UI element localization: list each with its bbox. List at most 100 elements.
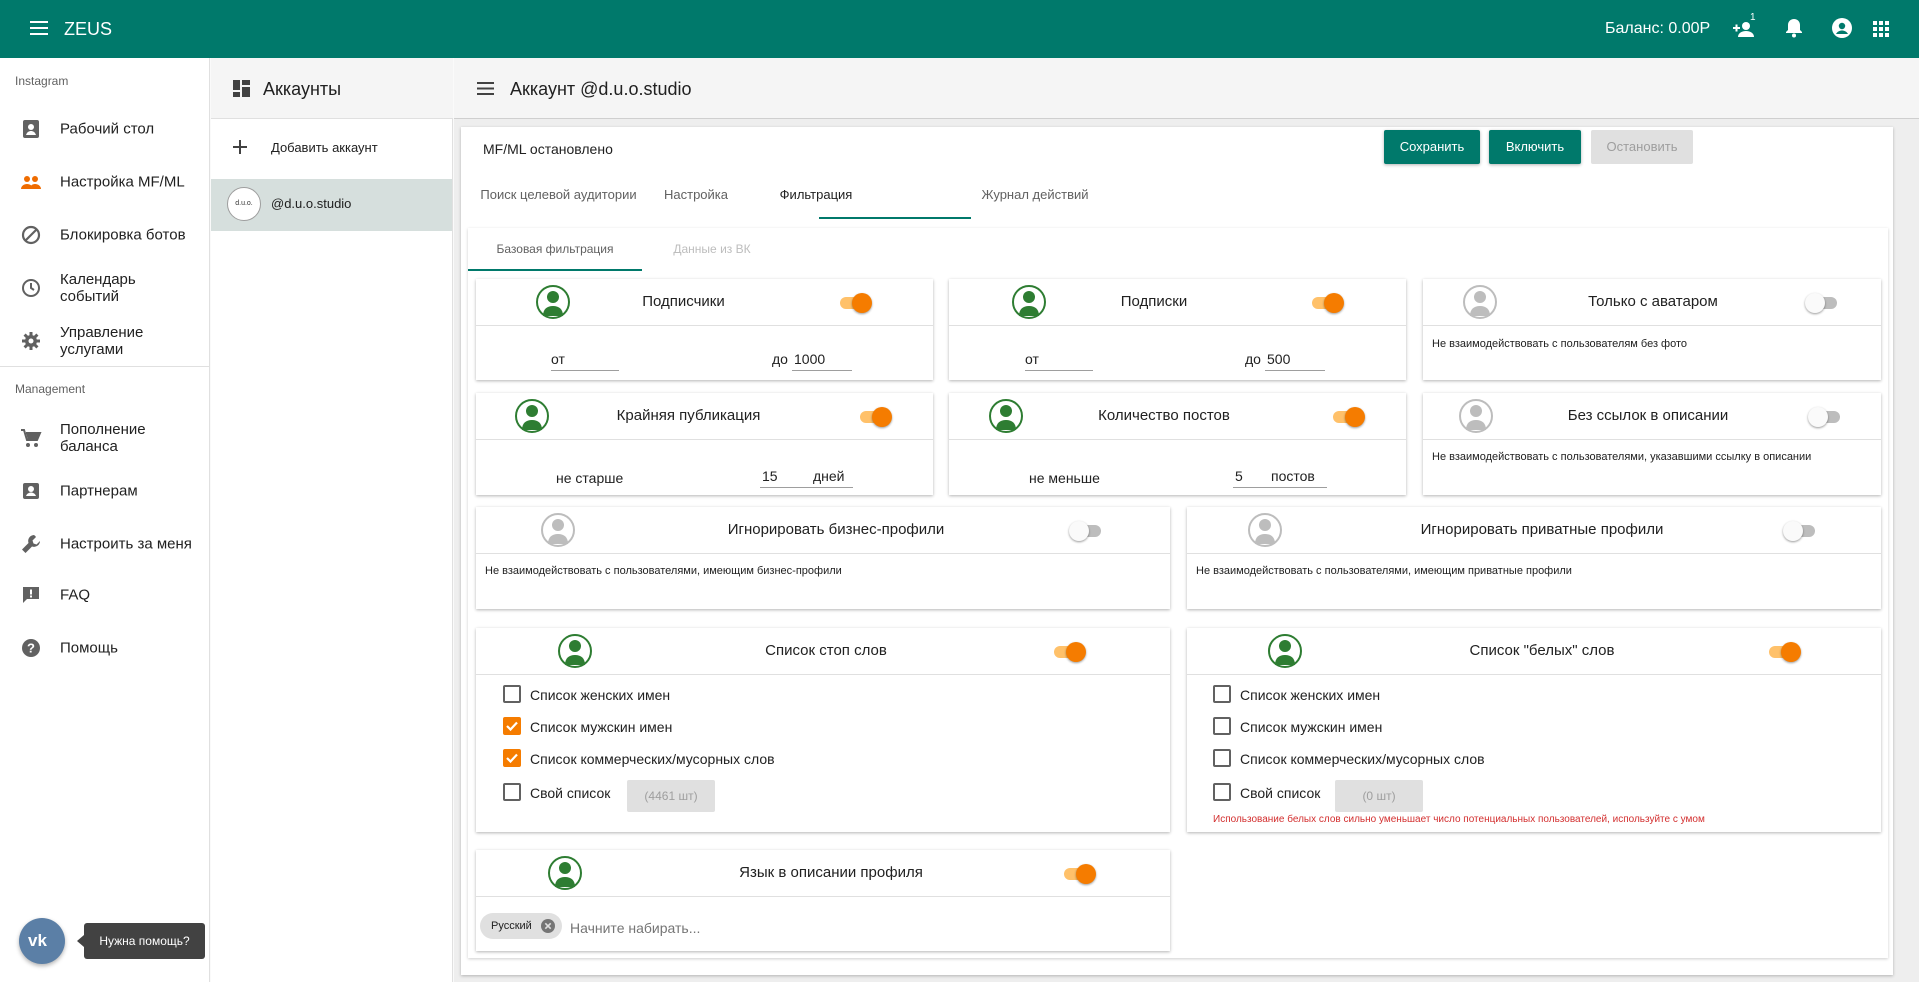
svg-text:?: ? [27,641,35,656]
sidebar-item-balance[interactable]: Пополнение баланса [0,413,209,463]
page-title: Аккаунт @d.u.o.studio [510,79,692,99]
filter-title: Список стоп слов [765,642,887,659]
filter-title: Подписки [1120,293,1188,310]
apps-grid-icon[interactable] [1873,21,1889,37]
custom-list-count[interactable]: (4461 шт) [627,780,715,812]
filter-card-following: Подписки от до 500 [949,279,1406,380]
sidebar-item-desktop[interactable]: Рабочий стол [0,104,209,154]
sidebar-item-services[interactable]: Управление услугами [0,316,209,366]
badge-icon [23,483,39,499]
toggle-followers[interactable] [838,292,872,314]
sidebar-item-setup-for-me[interactable]: Настроить за меня [0,519,209,569]
posts-count-input[interactable]: 5 постов [1233,466,1327,488]
close-icon[interactable] [541,919,555,933]
checkbox-custom-list[interactable] [1213,783,1231,801]
contact-icon [23,120,39,138]
sidebar-section-instagram: Instagram [15,74,69,88]
filter-card-private: Игнорировать приватные профили Не взаимо… [1187,507,1881,609]
clock-icon [22,279,40,297]
person-icon [536,285,570,319]
checkbox-commercial-words[interactable] [1213,749,1231,767]
warning-text: Использование белых слов сильно уменьшае… [1213,814,1705,825]
tab-indicator [819,217,971,219]
toggle-white-words[interactable] [1767,641,1801,663]
tooltip-arrow [77,935,84,947]
toggle-avatar[interactable] [1805,292,1839,314]
language-chip[interactable]: Русский [480,913,562,939]
sidebar-item-calendar[interactable]: Календарь событий [0,263,209,313]
account-circle-icon[interactable] [1832,18,1852,38]
sidebar-item-help[interactable]: ? Помощь [0,623,209,673]
toggle-posts-count[interactable] [1331,406,1365,428]
toggle-business[interactable] [1069,520,1103,542]
toggle-no-links[interactable] [1808,406,1842,428]
enable-button[interactable]: Включить [1489,130,1581,164]
person-icon [541,513,575,547]
sidebar-divider [0,366,209,367]
checkbox-commercial-words[interactable] [503,749,521,767]
stop-button[interactable]: Остановить [1591,130,1693,164]
menu-icon[interactable] [477,82,494,95]
language-search-input[interactable]: Начните набирать... [570,920,870,936]
filter-title: Список "белых" слов [1469,642,1615,659]
feedback-icon [23,587,39,603]
toggle-stop-words[interactable] [1052,641,1086,663]
friends-badge: 1 [1750,12,1756,23]
toggle-language[interactable] [1062,863,1096,885]
filter-card-last-post: Крайняя публикация не старше 15 дней [476,393,933,495]
add-account-button[interactable]: Добавить аккаунт [211,120,452,174]
last-post-days-input[interactable]: 15 дней [760,466,853,488]
sidebar-item-bot-block[interactable]: Блокировка ботов [0,210,209,260]
toggle-last-post[interactable] [858,406,892,428]
accounts-title: Аккаунты [263,79,342,99]
person-icon [1248,513,1282,547]
filter-title: Игнорировать приватные профили [1420,521,1664,538]
tab-settings[interactable]: Настройка [656,187,736,202]
filter-title: Подписчики [642,293,725,310]
checkbox-female-names[interactable] [503,685,521,703]
filter-card-white-words: Список "белых" слов Список женских имен … [1187,628,1881,832]
checkbox-custom-list[interactable] [503,783,521,801]
toggle-private[interactable] [1783,520,1817,542]
accounts-panel: Аккаунты Добавить аккаунт d.u.o. @d.u.o.… [211,58,453,982]
save-button[interactable]: Сохранить [1384,130,1480,164]
followers-to-input[interactable]: 1000 [792,349,852,371]
sidebar-item-mfml[interactable]: Настройка MF/ML [0,157,209,207]
followers-from-input[interactable] [551,349,619,371]
menu-icon[interactable] [30,20,48,36]
filter-title: Количество постов [1098,407,1230,424]
checkbox-male-names[interactable] [503,717,521,735]
custom-list-count[interactable]: (0 шт) [1335,780,1423,812]
subtab-indicator [468,269,642,271]
following-to-input[interactable]: 500 [1265,349,1325,371]
sidebar-section-management: Management [15,382,86,396]
vk-icon: vk [28,931,47,950]
sidebar-item-partners[interactable]: Партнерам [0,466,209,516]
toggle-following[interactable] [1310,292,1344,314]
checkbox-female-names[interactable] [1213,685,1231,703]
tab-filtering[interactable]: Фильтрация [741,187,891,202]
accounts-header: Аккаунты [211,58,453,119]
vk-help-button[interactable]: vk [19,918,65,964]
subtab-vk-data[interactable]: Данные из ВК [642,242,782,256]
bell-icon[interactable] [1785,18,1803,38]
following-from-input[interactable] [1025,349,1093,371]
tab-audience-search[interactable]: Поиск целевой аудитории [461,187,656,202]
help-tooltip: Нужна помощь? [84,923,205,959]
person-icon [1463,285,1497,319]
tab-action-log[interactable]: Журнал действий [971,187,1099,202]
plus-icon [233,140,247,154]
person-icon [515,399,549,433]
subtab-basic-filtering[interactable]: Базовая фильтрация [468,242,642,256]
filter-card-business: Игнорировать бизнес-профили Не взаимодей… [476,507,1170,609]
sidebar-item-faq[interactable]: FAQ [0,570,209,620]
account-avatar: d.u.o. [227,187,261,221]
filter-card-no-links: Без ссылок в описании Не взаимодействова… [1423,393,1881,495]
dashboard-icon [233,80,250,97]
person-icon [1268,634,1302,668]
wrench-icon [22,535,40,553]
person-icon [1459,399,1493,433]
account-item[interactable]: d.u.o. @d.u.o.studio [211,179,452,231]
balance-label[interactable]: Баланс: 0.00Р [1605,20,1710,38]
checkbox-male-names[interactable] [1213,717,1231,735]
